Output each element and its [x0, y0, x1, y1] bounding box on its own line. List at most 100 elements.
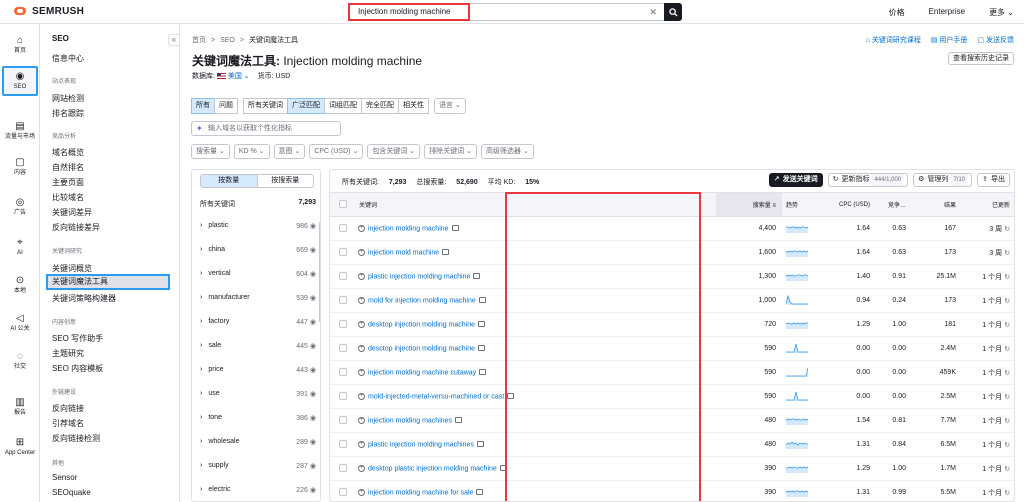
nav-backlink-audit[interactable]: 反向链接检测	[52, 433, 100, 444]
add-keyword-icon[interactable]: +	[358, 488, 365, 496]
keyword-link[interactable]: desctop injection molding machine	[368, 345, 475, 352]
col-cpc[interactable]: CPC (USD)	[822, 192, 876, 217]
eye-icon[interactable]: ◉	[310, 367, 316, 374]
refresh-metrics-button[interactable]: ↻ 更新指标 444/1,000	[827, 173, 909, 187]
tab-exact-match[interactable]: 完全匹配	[361, 98, 399, 114]
filter-include[interactable]: 包含关键词 ⌄	[367, 144, 421, 159]
refresh-icon[interactable]: ↻	[1004, 418, 1010, 425]
add-keyword-icon[interactable]: +	[358, 440, 365, 448]
rail-traffic[interactable]: ▤ 流量与市场	[2, 116, 38, 146]
keyword-link[interactable]: injection molding machine cutaway	[368, 369, 476, 376]
add-keyword-icon[interactable]: +	[358, 344, 365, 352]
row-checkbox[interactable]	[339, 439, 347, 448]
nav-site-audit[interactable]: 网站检测	[52, 93, 84, 104]
nav-keyword-magic-tool[interactable]: 关键词魔法工具	[46, 274, 170, 290]
rail-app-center[interactable]: ⊞ App Center	[2, 428, 38, 466]
row-checkbox[interactable]	[339, 223, 347, 232]
eye-icon[interactable]: ◉	[310, 487, 316, 494]
group-item[interactable]: › plastic 986 ◉	[200, 222, 316, 230]
group-all-keywords[interactable]: 所有关键词 7,293	[200, 199, 316, 209]
eye-icon[interactable]: ◉	[310, 391, 316, 398]
pricing-link[interactable]: 价格	[889, 7, 905, 18]
nav-seo-writing-assistant[interactable]: SEO 写作助手	[52, 333, 103, 344]
refresh-icon[interactable]: ↻	[1004, 346, 1010, 353]
row-checkbox[interactable]	[339, 415, 347, 424]
nav-keyword-overview[interactable]: 关键词概览	[52, 263, 92, 274]
serp-icon[interactable]	[451, 225, 459, 232]
nav-backlink-gap[interactable]: 反向链接差异	[52, 222, 100, 233]
add-keyword-icon[interactable]: +	[358, 224, 365, 232]
eye-icon[interactable]: ◉	[310, 343, 316, 350]
tab-related[interactable]: 相关性	[398, 98, 429, 114]
nav-position-tracking[interactable]: 排名跟踪	[52, 108, 84, 119]
eye-icon[interactable]: ◉	[310, 415, 316, 422]
course-link[interactable]: ⌂ 关键词研究课程	[866, 35, 921, 45]
rail-seo[interactable]: ◉ SEO	[2, 66, 38, 96]
add-keyword-icon[interactable]: +	[358, 272, 365, 280]
col-updated[interactable]: 已更新	[962, 192, 1014, 217]
row-checkbox[interactable]	[339, 295, 347, 304]
eye-icon[interactable]: ◉	[310, 295, 316, 302]
serp-icon[interactable]	[478, 321, 486, 328]
nav-organic-research[interactable]: 自然排名	[52, 162, 84, 173]
breadcrumb-home[interactable]: 首页	[192, 37, 206, 44]
eye-icon[interactable]: ◉	[310, 463, 316, 470]
group-item[interactable]: › sale 445 ◉	[200, 342, 316, 350]
refresh-icon[interactable]: ↻	[1004, 442, 1010, 449]
group-item[interactable]: › factory 447 ◉	[200, 318, 316, 326]
eye-icon[interactable]: ◉	[310, 439, 316, 446]
nav-domain-overview[interactable]: 域名概览	[52, 147, 84, 158]
eye-icon[interactable]: ◉	[310, 223, 316, 230]
nav-topic-research[interactable]: 主题研究	[52, 348, 84, 359]
col-results[interactable]: 结果	[912, 192, 962, 217]
refresh-icon[interactable]: ↻	[1004, 250, 1010, 257]
rail-local[interactable]: ⊙ 本地	[2, 270, 38, 300]
filter-intent[interactable]: 意图 ⌄	[273, 144, 306, 159]
nav-backlinks[interactable]: 反向链接	[52, 403, 84, 414]
nav-top-pages[interactable]: 主要页面	[52, 177, 84, 188]
tab-all-keywords[interactable]: 所有关键词	[243, 98, 288, 114]
more-menu[interactable]: 更多 ⌄	[989, 7, 1014, 18]
nav-keyword-strategy-builder[interactable]: 关键词策略构建器	[52, 293, 116, 304]
serp-icon[interactable]	[479, 369, 487, 376]
eye-icon[interactable]: ◉	[310, 247, 316, 254]
col-trend[interactable]: 趋势	[782, 192, 822, 217]
keyword-link[interactable]: injection molding machines	[368, 417, 452, 424]
group-item[interactable]: › price 443 ◉	[200, 366, 316, 374]
manage-columns-button[interactable]: ⚙ 管理列 7/10	[913, 173, 973, 187]
nav-sensor[interactable]: Sensor	[52, 473, 77, 482]
row-checkbox[interactable]	[339, 463, 347, 472]
rail-reports[interactable]: ▥ 报告	[2, 392, 38, 422]
clear-icon[interactable]: ✕	[649, 7, 657, 18]
filter-advanced[interactable]: 高级筛选器 ⌄	[480, 144, 534, 159]
sort-by-number[interactable]: 按数量	[201, 175, 257, 187]
serp-icon[interactable]	[507, 393, 515, 400]
row-checkbox[interactable]	[339, 391, 347, 400]
nav-keyword-gap[interactable]: 关键词差异	[52, 207, 92, 218]
group-item[interactable]: › use 391 ◉	[200, 390, 316, 398]
filter-cpc[interactable]: CPC (USD) ⌄	[309, 144, 364, 159]
refresh-icon[interactable]: ↻	[1004, 298, 1010, 305]
manual-link[interactable]: ▤ 用户手册	[931, 35, 968, 45]
row-checkbox[interactable]	[339, 271, 347, 280]
row-checkbox[interactable]	[339, 367, 347, 376]
group-item[interactable]: › china 669 ◉	[200, 246, 316, 254]
keyword-link[interactable]: injection mold machine	[368, 249, 439, 256]
row-checkbox[interactable]	[339, 319, 347, 328]
add-keyword-icon[interactable]: +	[358, 248, 365, 256]
eye-icon[interactable]: ◉	[310, 319, 316, 326]
send-keywords-button[interactable]: ↗ 发送关键词	[768, 173, 823, 187]
add-keyword-icon[interactable]: +	[358, 368, 365, 376]
serp-icon[interactable]	[478, 297, 486, 304]
search-input[interactable]	[348, 2, 470, 21]
keyword-link[interactable]: plastic injection molding machine	[368, 273, 470, 280]
serp-icon[interactable]	[455, 417, 463, 424]
row-checkbox[interactable]	[339, 487, 347, 496]
add-keyword-icon[interactable]: +	[358, 464, 365, 472]
select-all-checkbox[interactable]	[339, 199, 347, 208]
group-item[interactable]: › electric 226 ◉	[200, 486, 316, 494]
nav-compare-domains[interactable]: 比较域名	[52, 192, 84, 203]
group-item[interactable]: › wholesale 289 ◉	[200, 438, 316, 446]
refresh-icon[interactable]: ↻	[1004, 394, 1010, 401]
groups-scrollbar[interactable]	[319, 222, 320, 322]
